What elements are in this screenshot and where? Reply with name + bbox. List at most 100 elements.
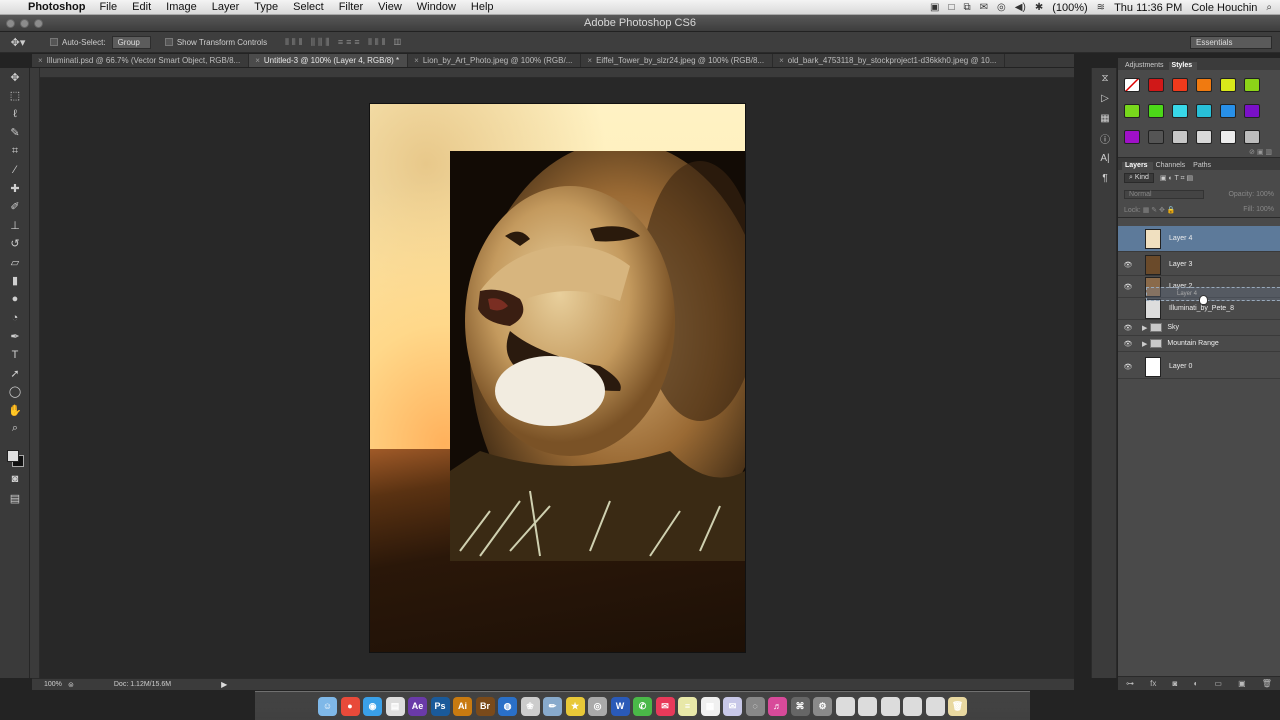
close-icon[interactable]: × (587, 56, 592, 65)
fill-field[interactable]: 100% (1256, 206, 1274, 213)
clock[interactable]: Thu 11:36 PM (1114, 2, 1182, 14)
dock-notes-icon[interactable]: ≡ (678, 696, 697, 716)
style-swatch[interactable] (1124, 104, 1140, 118)
close-icon[interactable]: × (38, 56, 43, 65)
layer-name[interactable]: Sky (1167, 324, 1179, 331)
dock-folder-icon[interactable] (858, 696, 877, 716)
tab-channels[interactable]: Channels (1153, 162, 1191, 170)
tab-paths[interactable]: Paths (1190, 162, 1216, 170)
style-swatch[interactable] (1196, 78, 1212, 92)
dock-calendar-icon[interactable]: ▦ (700, 696, 720, 716)
dock-folder-icon[interactable] (835, 696, 855, 716)
battery-status[interactable]: (100%) (1052, 2, 1087, 14)
wifi-icon[interactable]: ◎ (997, 2, 1006, 13)
window-icon[interactable]: □ (948, 2, 954, 13)
dock-br-icon[interactable]: Br (475, 696, 495, 716)
crop-tool-icon[interactable]: ⌗ (0, 142, 30, 161)
tab-illuminati[interactable]: × Illuminati.psd @ 66.7% (Vector Smart Ob… (32, 54, 250, 67)
zoom-level[interactable]: 100% (32, 681, 68, 688)
style-swatch[interactable] (1220, 78, 1236, 92)
history-brush-tool-icon[interactable]: ↺ (0, 235, 30, 254)
dock-disc-icon[interactable]: ◌ (745, 696, 765, 716)
wifi-signal-icon[interactable]: ≋ (1097, 2, 1105, 13)
menu-app-name[interactable]: Photoshop (28, 1, 85, 13)
workspace-dropdown[interactable]: Essentials (1190, 36, 1272, 49)
adjustment-layer-icon[interactable]: ◐ (1193, 679, 1198, 688)
lasso-tool-icon[interactable]: ℓ (0, 105, 30, 124)
menu-layer[interactable]: Layer (212, 1, 240, 13)
style-swatch[interactable] (1172, 130, 1188, 144)
camera-icon[interactable]: ▣ (930, 2, 939, 13)
close-window-button[interactable] (6, 19, 15, 28)
link-layers-icon[interactable]: ⊶ (1126, 679, 1134, 688)
dock-preferences-icon[interactable]: ⚙ (813, 696, 832, 716)
style-swatch[interactable] (1220, 104, 1236, 118)
dock-star-icon[interactable]: ★ (565, 696, 585, 716)
dock-pencil-icon[interactable]: ✏ (543, 696, 562, 716)
lock-icons[interactable]: ▦ ✎ ✥ 🔒 (1143, 207, 1176, 214)
layer-group-row[interactable]: 👁 ▶ Sky (1118, 320, 1280, 336)
layer-name[interactable]: Illuminati_by_Pete_8 (1169, 305, 1234, 312)
dock-ai-icon[interactable]: Ai (453, 696, 472, 716)
style-swatch[interactable] (1124, 78, 1140, 92)
actions-icon[interactable]: ▷ (1092, 88, 1118, 108)
tab-layers[interactable]: Layers (1122, 162, 1153, 170)
status-menu-arrow-icon[interactable]: ▶ (221, 680, 227, 689)
menu-edit[interactable]: Edit (132, 1, 151, 13)
paragraph-icon[interactable]: ¶ (1092, 168, 1118, 188)
export-icon[interactable]: ⊜ (68, 681, 74, 689)
move-tool-icon[interactable]: ✥ (0, 68, 30, 87)
shape-tool-icon[interactable]: ◯ (0, 383, 30, 402)
style-swatch[interactable] (1196, 130, 1212, 144)
style-swatch[interactable] (1148, 130, 1164, 144)
history-icon[interactable]: ⧖ (1092, 68, 1118, 88)
healing-brush-tool-icon[interactable]: ✚ (0, 179, 30, 198)
dock-chrome-icon[interactable]: ● (340, 696, 360, 716)
zoom-window-button[interactable] (34, 19, 43, 28)
expand-caret-icon[interactable]: ▶ (1142, 324, 1147, 332)
menu-window[interactable]: Window (417, 1, 456, 13)
document-size[interactable]: Doc: 1.12M/15.6M (114, 681, 171, 688)
menu-file[interactable]: File (99, 1, 117, 13)
document-canvas[interactable] (370, 104, 745, 652)
style-swatch[interactable] (1148, 78, 1164, 92)
style-swatch[interactable] (1124, 130, 1140, 144)
menu-filter[interactable]: Filter (339, 1, 363, 13)
auto-select-checkbox[interactable] (50, 38, 58, 46)
style-swatch[interactable] (1244, 104, 1260, 118)
menu-view[interactable]: View (378, 1, 402, 13)
minimize-window-button[interactable] (20, 19, 29, 28)
trash-icon[interactable]: 🗑 (1262, 679, 1272, 688)
dock-ps-icon[interactable]: Ps (430, 696, 450, 716)
opacity-field[interactable]: 100% (1256, 191, 1274, 198)
zoom-tool-icon[interactable]: ⌕ (0, 420, 30, 439)
horizontal-ruler[interactable] (40, 68, 1074, 78)
dock-messages-icon[interactable]: ✆ (633, 696, 652, 716)
menu-type[interactable]: Type (254, 1, 278, 13)
menu-image[interactable]: Image (166, 1, 197, 13)
character-icon[interactable]: A| (1092, 148, 1118, 168)
tab-styles[interactable]: Styles (1168, 62, 1198, 70)
dock-globe-icon[interactable]: ◍ (498, 696, 517, 716)
visibility-eye-icon[interactable]: 👁 (1118, 324, 1138, 332)
show-transform-checkbox[interactable] (164, 38, 173, 46)
crop-icon[interactable]: ⧉ (964, 2, 971, 13)
dock-preview-icon[interactable]: ▤ (385, 696, 405, 716)
blur-tool-icon[interactable]: ● (0, 290, 30, 309)
layer-name[interactable]: Layer 0 (1169, 363, 1192, 370)
tab-adjustments[interactable]: Adjustments (1122, 62, 1169, 70)
style-swatch[interactable] (1220, 130, 1236, 144)
screen-mode-icon[interactable]: ▤ (0, 489, 30, 508)
dock-folder-icon[interactable] (880, 696, 900, 716)
blend-mode-dropdown[interactable]: Normal (1124, 189, 1204, 199)
user-name[interactable]: Cole Houchin (1191, 2, 1257, 14)
tab-untitled-3[interactable]: × Untitled-3 @ 100% (Layer 4, RGB/8) * (249, 54, 409, 67)
eyedropper-tool-icon[interactable]: ⁄ (0, 161, 30, 180)
mail-icon[interactable]: ✉ (980, 2, 988, 13)
dock-ae-icon[interactable]: Ae (408, 696, 427, 716)
layer-row[interactable]: Layer 4 (1118, 226, 1280, 252)
layer-name[interactable]: Mountain Range (1167, 340, 1218, 347)
spotlight-icon[interactable]: ⌕ (1266, 2, 1272, 13)
visibility-eye-icon[interactable]: 👁 (1118, 261, 1138, 269)
info-icon[interactable]: ⓘ (1092, 128, 1118, 148)
